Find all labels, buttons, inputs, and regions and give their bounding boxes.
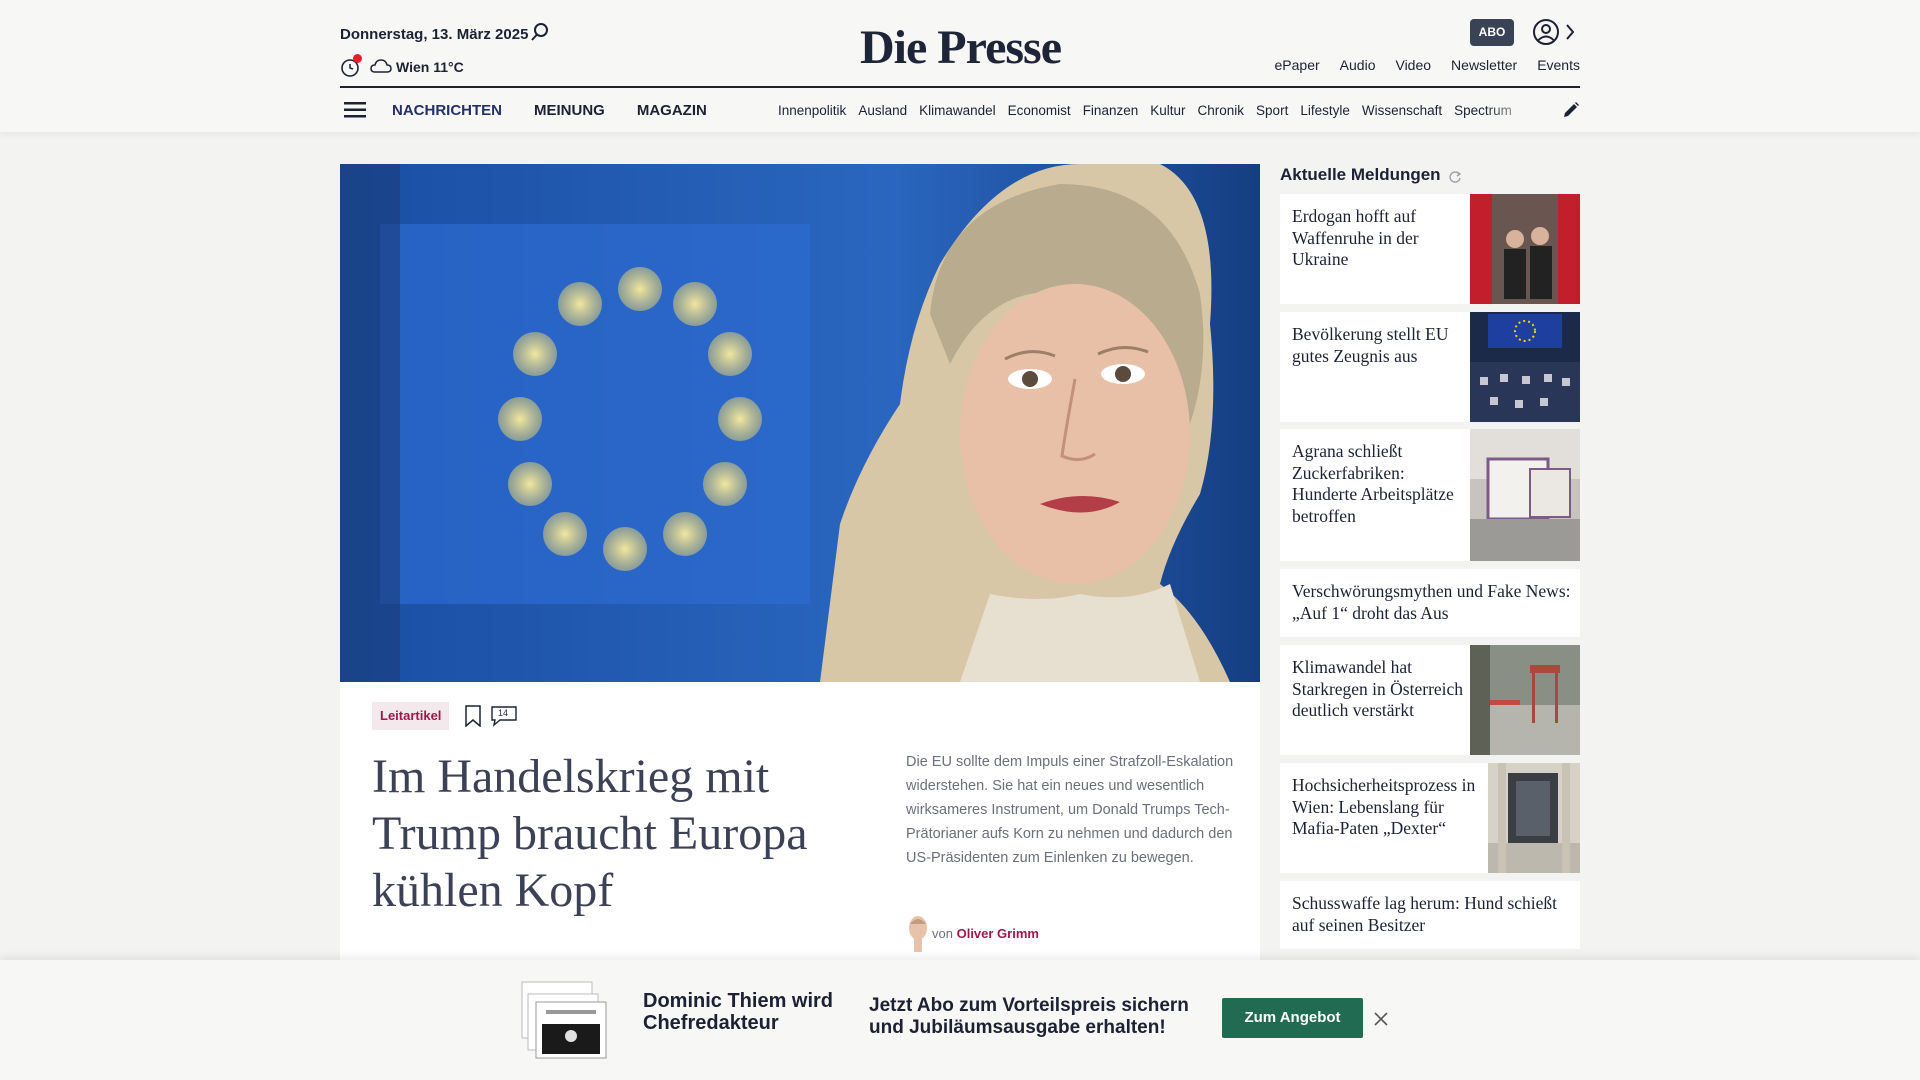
newspaper-image bbox=[521, 981, 607, 1059]
news-item[interactable]: Erdogan hofft auf Waffenruhe in der Ukra… bbox=[1280, 194, 1580, 304]
current-date: Donnerstag, 13. März 2025 bbox=[340, 26, 529, 43]
nav-meinung[interactable]: MEINUNG bbox=[534, 102, 605, 119]
news-thumbnail[interactable] bbox=[1470, 194, 1580, 304]
news-item[interactable]: Agrana schließt Zuckerfabriken: Hunderte… bbox=[1280, 429, 1580, 561]
news-item[interactable]: Schusswaffe lag herum: Hund schießt auf … bbox=[1280, 881, 1580, 949]
subnav-kultur[interactable]: Kultur bbox=[1150, 103, 1185, 118]
subnav-wissenschaft[interactable]: Wissenschaft bbox=[1362, 103, 1442, 118]
toplink-epaper[interactable]: ePaper bbox=[1275, 57, 1320, 73]
nav-magazin[interactable]: MAGAZIN bbox=[637, 102, 707, 119]
menu-icon[interactable] bbox=[344, 101, 366, 119]
section-nav: Innenpolitik Ausland Klimawandel Economi… bbox=[778, 103, 1538, 118]
site-header: Donnerstag, 13. März 2025 Wien 11°C Die … bbox=[0, 0, 1920, 132]
news-headline[interactable]: Bevölkerung stellt EU gutes Zeugnis aus bbox=[1292, 324, 1470, 367]
article-teaser: Die EU sollte dem Impuls einer Strafzoll… bbox=[906, 754, 1234, 866]
close-icon[interactable] bbox=[1374, 1012, 1388, 1026]
news-thumbnail[interactable] bbox=[1488, 763, 1580, 873]
byline-prefix: von bbox=[932, 926, 953, 941]
subnav-finanzen[interactable]: Finanzen bbox=[1083, 103, 1139, 118]
hero-image[interactable] bbox=[340, 164, 1260, 682]
news-headline[interactable]: Agrana schließt Zuckerfabriken: Hunderte… bbox=[1292, 441, 1467, 527]
promo-subline: Jetzt Abo zum Vorteilspreis sichern und … bbox=[869, 995, 1189, 1038]
news-item[interactable]: Hochsicherheitsprozess in Wien: Lebensla… bbox=[1280, 763, 1580, 873]
toplink-video[interactable]: Video bbox=[1395, 57, 1431, 73]
news-headline[interactable]: Verschwörungsmythen und Fake News: „Auf … bbox=[1292, 581, 1572, 624]
news-headline[interactable]: Schusswaffe lag herum: Hund schießt auf … bbox=[1292, 893, 1572, 936]
subnav-ausland[interactable]: Ausland bbox=[858, 103, 907, 118]
news-headline[interactable]: Klimawandel hat Starkregen in Österreich… bbox=[1292, 657, 1464, 722]
article-headline[interactable]: Im Handelskrieg mit Trump braucht Europa… bbox=[372, 748, 842, 919]
abo-button[interactable]: ABO bbox=[1470, 19, 1514, 46]
subnav-sport[interactable]: Sport bbox=[1256, 103, 1288, 118]
news-thumbnail[interactable] bbox=[1470, 645, 1580, 755]
subnav-economist[interactable]: Economist bbox=[1008, 103, 1071, 118]
news-item[interactable]: Bevölkerung stellt EU gutes Zeugnis aus bbox=[1280, 312, 1580, 422]
bookmark-icon[interactable] bbox=[464, 705, 482, 727]
header-divider bbox=[340, 86, 1580, 88]
category-tag[interactable]: Leitartikel bbox=[372, 702, 450, 730]
top-links: ePaper Audio Video Newsletter Events bbox=[1275, 57, 1580, 73]
refresh-icon[interactable] bbox=[1448, 170, 1462, 184]
search-icon[interactable] bbox=[530, 22, 550, 42]
main-nav: NACHRICHTEN MEINUNG MAGAZIN bbox=[392, 102, 707, 119]
toplink-audio[interactable]: Audio bbox=[1340, 57, 1376, 73]
subnav-lifestyle[interactable]: Lifestyle bbox=[1300, 103, 1350, 118]
weather-info[interactable]: Wien 11°C bbox=[396, 59, 464, 75]
notification-dot bbox=[353, 54, 362, 63]
header-inner: Donnerstag, 13. März 2025 Wien 11°C Die … bbox=[340, 0, 1580, 132]
byline: von Oliver Grimm bbox=[932, 926, 1039, 941]
news-thumbnail[interactable] bbox=[1470, 312, 1580, 422]
user-icon[interactable] bbox=[1532, 18, 1560, 46]
comment-count: 14 bbox=[498, 708, 509, 718]
subnav-chronik[interactable]: Chronik bbox=[1198, 103, 1245, 118]
subnav-klimawandel[interactable]: Klimawandel bbox=[919, 103, 996, 118]
subscription-banner: Dominic Thiem wird Chefredakteur Jetzt A… bbox=[0, 960, 1920, 1080]
cloud-icon bbox=[370, 59, 392, 73]
news-item[interactable]: Verschwörungsmythen und Fake News: „Auf … bbox=[1280, 569, 1580, 637]
author-avatar bbox=[909, 916, 927, 952]
chevron-right-icon[interactable] bbox=[1564, 22, 1576, 42]
subnav-spectrum[interactable]: Spectrum bbox=[1454, 103, 1512, 118]
hero-article[interactable]: Leitartikel 14 Im Handelskrieg mit Trump… bbox=[340, 164, 1260, 960]
subnav-innenpolitik[interactable]: Innenpolitik bbox=[778, 103, 846, 118]
offer-button[interactable]: Zum Angebot bbox=[1222, 998, 1363, 1038]
site-logo[interactable]: Die Presse bbox=[860, 20, 1062, 75]
news-thumbnail[interactable] bbox=[1470, 429, 1580, 561]
news-headline[interactable]: Hochsicherheitsprozess in Wien: Lebensla… bbox=[1292, 775, 1487, 840]
toplink-newsletter[interactable]: Newsletter bbox=[1451, 57, 1517, 73]
promo-headline: Dominic Thiem wird Chefredakteur bbox=[643, 990, 853, 1034]
pen-icon[interactable] bbox=[1562, 101, 1580, 119]
author-link[interactable]: Oliver Grimm bbox=[957, 926, 1039, 941]
news-headline[interactable]: Erdogan hofft auf Waffenruhe in der Ukra… bbox=[1292, 206, 1462, 271]
nav-nachrichten[interactable]: NACHRICHTEN bbox=[392, 102, 502, 119]
news-item[interactable]: Klimawandel hat Starkregen in Österreich… bbox=[1280, 645, 1580, 755]
sidebar-title: Aktuelle Meldungen bbox=[1280, 165, 1441, 184]
promo-headline-text: Dominic Thiem wird Chefredakteur bbox=[643, 990, 834, 1034]
toplink-events[interactable]: Events bbox=[1537, 57, 1580, 73]
